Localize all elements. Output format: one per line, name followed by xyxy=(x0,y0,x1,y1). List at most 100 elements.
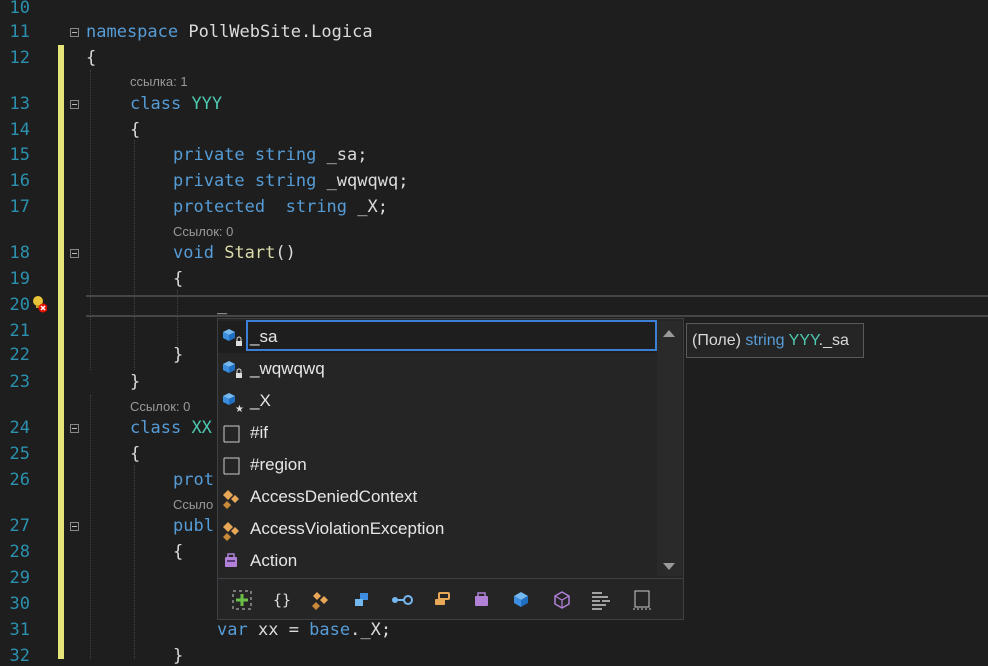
line-number: 12 xyxy=(9,48,30,68)
scroll-down-arrow-icon[interactable] xyxy=(663,563,675,570)
code-lens-references[interactable]: ссылка: 1 xyxy=(130,74,188,89)
code-line-14: { xyxy=(130,120,141,140)
code-line-12: { xyxy=(86,48,97,68)
selected-item-focus xyxy=(246,320,657,351)
line-number: 31 xyxy=(9,620,30,640)
line-number: 21 xyxy=(9,321,30,341)
line-number: 20 xyxy=(9,295,30,315)
scroll-up-arrow-icon[interactable] xyxy=(663,330,675,337)
filter-field-icon[interactable] xyxy=(502,584,542,616)
line-number: 30 xyxy=(9,594,30,614)
tooltip-kind: (Поле) xyxy=(692,332,746,349)
filter-struct-icon[interactable] xyxy=(342,584,382,616)
completion-item[interactable]: #region xyxy=(218,449,657,481)
field-name: _sa; xyxy=(316,145,368,165)
filter-extension-icon[interactable] xyxy=(542,584,582,616)
keyword: string xyxy=(254,171,317,191)
completion-item[interactable]: AccessViolationException xyxy=(218,513,657,545)
filter-keyword-icon[interactable] xyxy=(582,584,622,616)
keyword: string xyxy=(285,197,348,217)
line-number: 17 xyxy=(9,197,30,217)
line-number: 23 xyxy=(9,372,30,392)
line-number: 10 xyxy=(9,0,30,18)
line-number: 11 xyxy=(9,22,30,42)
quick-info-tooltip: (Поле) string YYY._sa xyxy=(686,323,864,358)
completion-item-label: #region xyxy=(250,455,307,474)
operator: = xyxy=(278,620,310,640)
field-name: _X; xyxy=(347,197,388,217)
indent-guide xyxy=(134,465,135,659)
line-number: 13 xyxy=(9,94,30,114)
keyword: private xyxy=(173,171,245,191)
fold-toggle[interactable] xyxy=(70,522,79,531)
code-line-32: } xyxy=(173,646,184,666)
member-access: ._X; xyxy=(350,620,392,640)
completion-item-label: Action xyxy=(250,551,298,570)
completion-item-label: #if xyxy=(250,423,268,442)
line-number: 25 xyxy=(9,444,30,464)
code-line-31: var xx = base._X; xyxy=(217,620,391,640)
code-line-13: class YYY xyxy=(130,94,222,114)
line-number: 27 xyxy=(9,516,30,536)
filter-namespace-icon[interactable]: {} xyxy=(262,584,302,616)
code-line-15: private string _sa; xyxy=(173,145,368,165)
keyword: namespace xyxy=(86,22,179,42)
line-number: 32 xyxy=(9,646,30,666)
line-number: 24 xyxy=(9,418,30,438)
completion-item-label: _wqwqwq xyxy=(250,359,325,378)
fold-toggle[interactable] xyxy=(70,424,79,433)
keyword: void xyxy=(173,243,214,263)
intellisense-completion-list[interactable]: _sa _wqwqwq ★ _X #if #region AccessDeniedConte… xyxy=(217,318,684,620)
code-lens-references[interactable]: Ссыло xyxy=(173,497,213,512)
completion-item-label: _X xyxy=(250,391,271,410)
filter-delegate-icon[interactable] xyxy=(462,584,502,616)
code-line-20: _ xyxy=(217,295,228,315)
code-line-19: { xyxy=(173,269,184,289)
code-line-16: private string _wqwqwq; xyxy=(173,171,408,191)
keyword: class xyxy=(130,418,182,438)
indent-guide xyxy=(90,395,91,659)
fold-toggle[interactable] xyxy=(70,28,79,37)
code-line-24: class XX xyxy=(130,418,212,438)
line-number: 28 xyxy=(9,542,30,562)
code-line-26: prot xyxy=(173,470,214,490)
code-line-22: } xyxy=(173,345,184,365)
completion-scrollbar[interactable] xyxy=(657,321,682,576)
punctuation: () xyxy=(275,243,296,263)
quick-actions-lightbulb-icon[interactable] xyxy=(31,295,47,313)
completion-item[interactable]: AccessDeniedContext xyxy=(218,481,657,513)
class-name: XX xyxy=(191,418,212,438)
keyword: class xyxy=(130,94,182,114)
field-private-icon xyxy=(221,359,247,379)
completion-item-label: AccessDeniedContext xyxy=(250,487,418,506)
field-private-icon xyxy=(221,327,247,347)
completion-item[interactable]: #if xyxy=(218,417,657,449)
snippet-icon xyxy=(221,455,247,475)
code-line-17: protected string _X; xyxy=(173,197,388,217)
change-tracking-bar xyxy=(58,45,64,659)
code-lens-references[interactable]: Ссылок: 0 xyxy=(130,399,190,414)
completion-item[interactable]: ★ _X xyxy=(218,385,657,417)
namespace-name: PollWebSite.Logica xyxy=(178,22,373,42)
filter-snippet-icon[interactable] xyxy=(622,584,662,616)
tooltip-type: string xyxy=(745,332,785,349)
keyword: string xyxy=(254,145,317,165)
completion-item[interactable]: Action xyxy=(218,545,657,577)
method-name: Start xyxy=(224,243,276,263)
filter-expand-icon[interactable] xyxy=(222,584,262,616)
code-lens-references[interactable]: Ссылок: 0 xyxy=(173,224,233,239)
keyword: base xyxy=(309,620,351,640)
code-line-23: } xyxy=(130,372,141,392)
fold-toggle[interactable] xyxy=(70,249,79,258)
line-number: 22 xyxy=(9,345,30,365)
svg-text:★: ★ xyxy=(235,404,244,413)
filter-class-icon[interactable] xyxy=(302,584,342,616)
class-name: YYY xyxy=(191,94,223,114)
completion-item[interactable]: _wqwqwq xyxy=(218,353,657,385)
keyword: publ xyxy=(173,516,214,536)
line-number: 15 xyxy=(9,145,30,165)
fold-toggle[interactable] xyxy=(70,100,79,109)
filter-interface-icon[interactable] xyxy=(382,584,422,616)
field-protected-icon: ★ xyxy=(221,391,247,415)
filter-enum-icon[interactable] xyxy=(422,584,462,616)
